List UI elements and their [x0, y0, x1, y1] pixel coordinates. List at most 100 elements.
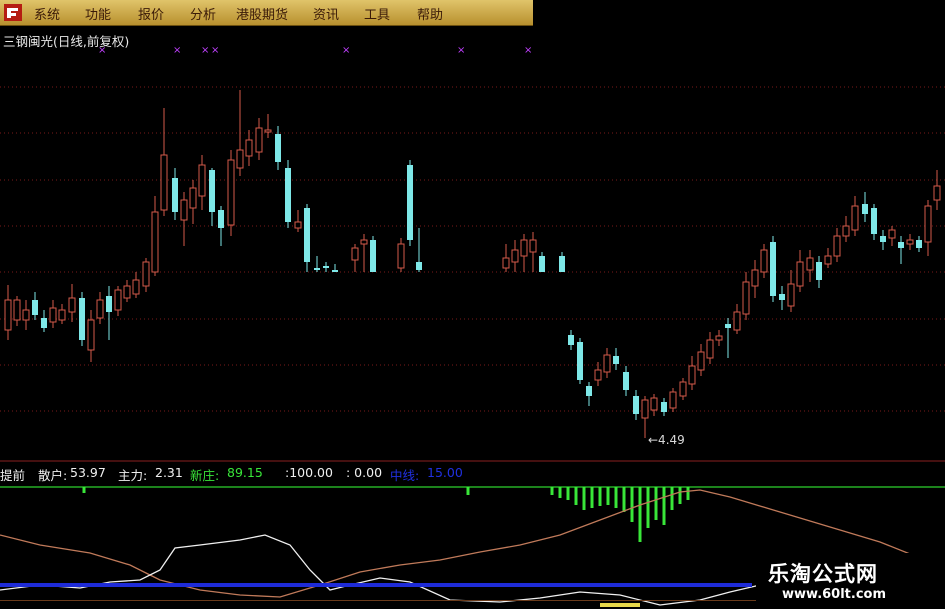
candle-body [79, 298, 85, 340]
indicator-extra-1: :100.00 [285, 465, 333, 480]
candle-body [304, 208, 310, 262]
candle-body [924, 205, 932, 243]
candle-body [32, 300, 38, 315]
yellow-marker [600, 603, 640, 607]
svg-text:×: × [201, 45, 209, 56]
candle-body [898, 242, 904, 248]
stock-title: 三钢闽光(日线,前复权) [3, 34, 130, 49]
candle-body [351, 247, 359, 261]
menu-news[interactable]: 资讯 [313, 4, 339, 23]
candle-body [787, 283, 795, 307]
candle-body [397, 243, 405, 269]
candle-body [13, 299, 21, 321]
signal-markers: × × × × × × × [98, 45, 532, 56]
candle-body [779, 294, 785, 300]
menu-quote[interactable]: 报价 [138, 4, 164, 23]
candle-body [880, 236, 886, 242]
candle-body [407, 165, 413, 240]
candle-body [172, 178, 178, 212]
candle-body [142, 261, 150, 287]
candle-body [68, 297, 76, 313]
grid-lines [0, 86, 945, 412]
candle-body [816, 262, 822, 280]
candle-body [633, 396, 639, 414]
candlestick-chart[interactable]: × × × × × × × [0, 25, 945, 462]
candle-body [641, 399, 649, 419]
app-logo-icon[interactable] [4, 4, 22, 21]
candle-body [294, 221, 302, 229]
svg-text:×: × [173, 45, 181, 56]
candle-body [416, 262, 422, 270]
candle-body [539, 256, 545, 272]
candle-body [245, 139, 253, 157]
new-dealer-value: 89.15 [227, 465, 263, 480]
candle-body [851, 205, 859, 231]
candle-body [370, 240, 376, 272]
candle-body [806, 257, 814, 271]
indicator-name: 提前 [0, 468, 26, 483]
candle-body [715, 335, 723, 341]
candle-body [751, 269, 759, 287]
candle-body [264, 129, 272, 133]
candle-body [96, 299, 104, 319]
candle-body [209, 170, 215, 212]
candle-body [824, 255, 832, 265]
menu-bar: 系统 功能 报价 分析 港股期货 资讯 工具 帮助 [0, 0, 533, 26]
candle-body [742, 281, 750, 315]
candle-body [733, 311, 741, 331]
candle-body [603, 354, 611, 373]
candle-body [58, 309, 66, 321]
blue-band [0, 583, 752, 587]
menu-help[interactable]: 帮助 [417, 4, 443, 23]
candle-body [862, 204, 868, 214]
candle-body [236, 149, 244, 169]
candle-body [132, 279, 140, 295]
candle-body [770, 242, 776, 296]
candle-body [114, 289, 122, 311]
candle-body [123, 285, 131, 299]
candle-body [679, 381, 687, 397]
candle-body [22, 309, 30, 321]
candle-body [360, 239, 368, 245]
menu-tools[interactable]: 工具 [364, 4, 390, 23]
candle-body [160, 154, 168, 211]
menu-system[interactable]: 系统 [34, 4, 60, 23]
candle-body [594, 369, 602, 381]
watermark-name: 乐淘公式网 [768, 562, 878, 586]
main-force-value: 2.31 [155, 465, 183, 480]
svg-text:×: × [524, 45, 532, 56]
candle-body [871, 208, 877, 234]
candle-body [198, 164, 206, 197]
candle-body [916, 240, 922, 248]
candle-body [697, 351, 705, 371]
candle-body [106, 296, 112, 312]
candle-body [227, 159, 235, 226]
candle-body [218, 210, 224, 228]
watermark: 乐淘公式网 www.60lt.com [756, 553, 945, 609]
candle-body [255, 127, 263, 153]
candles [4, 90, 941, 438]
retail-value: 53.97 [70, 465, 106, 480]
candle-body [568, 335, 574, 345]
candle-body [906, 239, 914, 245]
candle-body [669, 391, 677, 409]
menu-function[interactable]: 功能 [85, 4, 111, 23]
candle-body [559, 256, 565, 272]
menu-hk-futures[interactable]: 港股期货 [236, 4, 288, 23]
svg-text:×: × [342, 45, 350, 56]
candle-body [285, 168, 291, 222]
candle-body [511, 249, 519, 263]
candle-body [796, 261, 804, 287]
candle-body [41, 318, 47, 328]
candle-body [49, 307, 57, 323]
main-force-label: 主力: [118, 468, 148, 483]
mid-term-value: 15.00 [427, 465, 463, 480]
indicator-bars [82, 487, 690, 542]
candle-body [323, 266, 329, 268]
mid-term-label: 中线: [390, 468, 420, 483]
candle-body [502, 257, 510, 269]
candle-body [706, 339, 714, 359]
menu-analysis[interactable]: 分析 [190, 4, 216, 23]
candle-body [933, 185, 941, 201]
candle-body [4, 299, 12, 331]
